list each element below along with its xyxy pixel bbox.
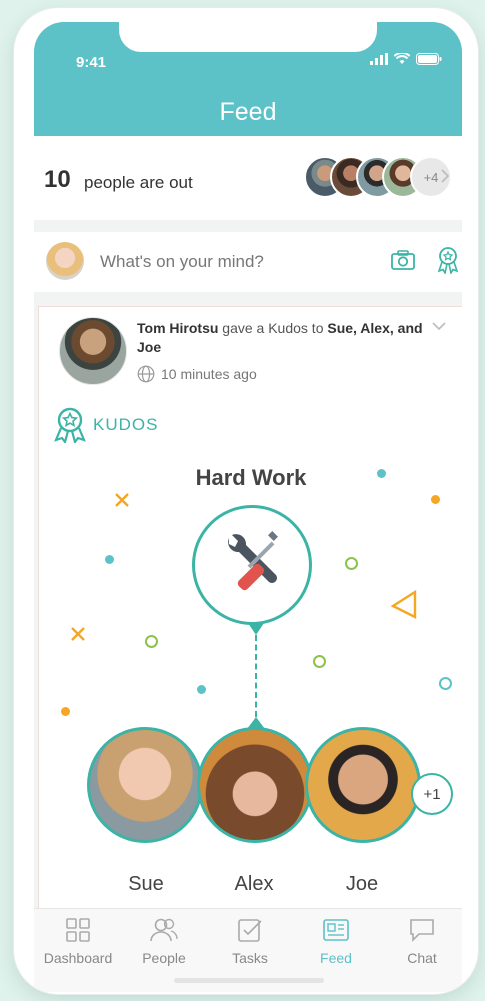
confetti-dot: [61, 707, 70, 716]
chat-icon: [410, 919, 434, 942]
status-time: 9:41: [76, 54, 107, 71]
people-out-count: 10: [44, 166, 71, 193]
chevron-down-icon[interactable]: [431, 321, 447, 331]
people-out-label: people are out: [84, 173, 193, 192]
page-title: Feed: [219, 98, 277, 126]
recipient-name: Joe: [345, 873, 379, 895]
app-screen: 9:41 Feed 10 people are out +4 What's on…: [34, 22, 462, 992]
camera-icon[interactable]: [390, 249, 416, 271]
confetti-ring: [439, 677, 452, 690]
kudos-title: Hard Work: [195, 465, 307, 490]
tab-dashboard[interactable]: Dashboard: [35, 917, 121, 966]
chevron-right-icon[interactable]: [440, 168, 450, 184]
award-icon[interactable]: [436, 246, 460, 274]
confetti-dot: [377, 469, 386, 478]
post-timestamp: 10 minutes ago: [137, 365, 257, 383]
extra-recipients-badge[interactable]: +1: [411, 773, 453, 815]
kudos-award-icon: [54, 407, 86, 443]
confetti-dot: [197, 685, 206, 694]
confetti-ring: [313, 655, 326, 668]
confetti-dot: [431, 495, 440, 504]
confetti-ring: [145, 635, 158, 648]
kudos-post-card: Tom Hirotsu gave a Kudos to Sue, Alex, a…: [38, 306, 462, 910]
avatar[interactable]: [59, 317, 127, 385]
composer-placeholder[interactable]: What's on your mind?: [100, 252, 264, 272]
people-out-bar[interactable]: 10 people are out +4: [34, 136, 462, 220]
tab-label: Dashboard: [43, 950, 113, 966]
kudos-tag: KUDOS: [53, 407, 158, 443]
confetti-dot: [105, 555, 114, 564]
battery-icon: [416, 53, 442, 65]
tab-label: Chat: [407, 950, 437, 966]
recipient-avatar-joe[interactable]: [305, 727, 421, 843]
tab-label: People: [142, 950, 186, 966]
globe-icon: [137, 365, 155, 383]
tab-chat[interactable]: Chat: [379, 917, 462, 966]
recipient-name: Alex: [234, 873, 274, 895]
avatar: [46, 242, 84, 280]
tab-label: Feed: [320, 950, 352, 966]
status-icons: [370, 53, 442, 65]
tools-icon: [228, 531, 278, 591]
recipient-avatar-sue[interactable]: [87, 727, 203, 843]
kudos-tag-label: KUDOS: [93, 415, 159, 434]
connector-line: [255, 635, 257, 717]
confetti-x: [115, 493, 129, 507]
kudos-badge: [192, 505, 312, 625]
phone-frame: 9:41 Feed 10 people are out +4 What's on…: [14, 8, 478, 994]
people-icon: [150, 918, 178, 942]
app-header: 9:41 Feed: [34, 22, 462, 136]
tab-tasks[interactable]: Tasks: [207, 917, 293, 966]
post-author[interactable]: Tom Hirotsu: [137, 320, 218, 336]
post-headline: Tom Hirotsu gave a Kudos to Sue, Alex, a…: [137, 319, 427, 357]
post-composer[interactable]: What's on your mind?: [34, 232, 462, 292]
recipient-name: Sue: [128, 873, 164, 895]
wifi-icon: [394, 53, 410, 64]
dashboard-icon: [66, 918, 90, 942]
confetti-x: [71, 627, 85, 641]
tab-people[interactable]: People: [121, 917, 207, 966]
recipient-avatar-alex[interactable]: [197, 727, 313, 843]
post-time-text: 10 minutes ago: [161, 366, 257, 382]
confetti-triangle: [390, 589, 417, 619]
home-indicator: [174, 978, 324, 983]
feed-icon: [323, 919, 349, 941]
device-notch: [119, 22, 377, 52]
post-action: gave a Kudos to: [218, 320, 328, 336]
confetti-ring: [345, 557, 358, 570]
tasks-icon: [238, 919, 262, 942]
tab-feed[interactable]: Feed: [293, 917, 379, 966]
tab-label: Tasks: [232, 950, 268, 966]
signal-icon: [370, 53, 388, 65]
